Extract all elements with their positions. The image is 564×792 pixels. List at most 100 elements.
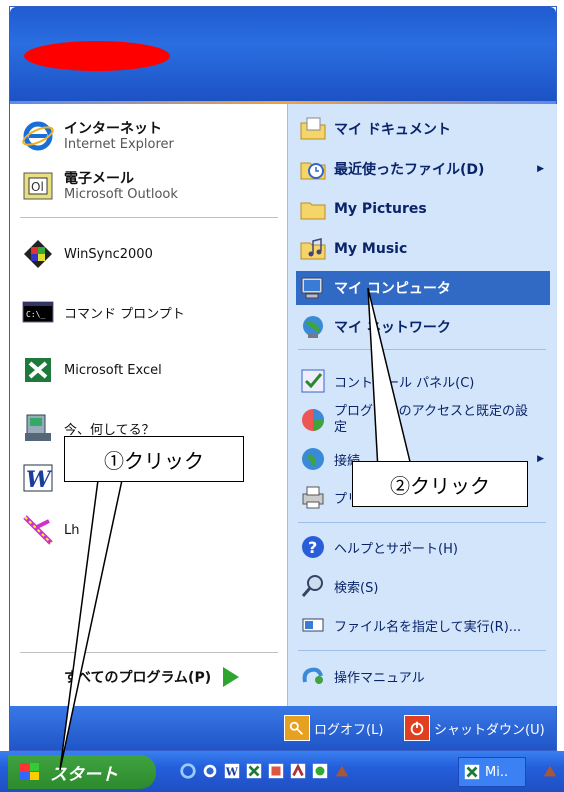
start-menu-header xyxy=(10,7,556,101)
menu-item-run[interactable]: ファイル名を指定して実行(R)... xyxy=(296,608,550,642)
submenu-arrow-icon: ▶ xyxy=(537,164,544,174)
quicklaunch-app-icon[interactable] xyxy=(310,761,330,781)
quicklaunch-word-icon[interactable]: W xyxy=(222,761,242,781)
menu-item-label: マイ コンピュータ xyxy=(334,281,451,297)
menu-item-search[interactable]: 検索(S) xyxy=(296,569,550,603)
callout-two-text: ②クリック xyxy=(390,473,490,498)
printer-icon xyxy=(296,482,330,512)
menu-item-label: プログラムのアクセスと既定の設定 xyxy=(334,404,528,435)
menu-item-title: コマンド プロンプト xyxy=(64,306,185,322)
manual-icon xyxy=(296,661,330,691)
shutdown-label: シャットダウン(U) xyxy=(434,722,545,738)
control-panel-icon xyxy=(296,366,330,396)
menu-item-label: ヘルプとサポート(H) xyxy=(334,541,458,557)
menu-item-recent-files[interactable]: 最近使ったファイル(D) ▶ xyxy=(296,152,550,186)
menu-item-excel[interactable]: Microsoft Excel xyxy=(18,348,280,392)
redacted-username xyxy=(24,41,170,71)
svg-text:C:\_: C:\_ xyxy=(26,310,45,319)
menu-item-title: 今、何してる？ xyxy=(64,422,155,438)
tray-icon[interactable] xyxy=(540,761,560,781)
my-music-icon xyxy=(296,234,330,264)
menu-item-help[interactable]: ? ヘルプとサポート(H) xyxy=(296,530,550,564)
run-icon xyxy=(296,610,330,640)
taskbar-window-label: Mi.. xyxy=(485,764,509,780)
menu-item-label: ファイル名を指定して実行(R)... xyxy=(334,619,522,635)
menu-item-label: マイ ドキュメント xyxy=(334,122,451,138)
menu-item-subtitle: Internet Explorer xyxy=(64,136,174,152)
connect-icon xyxy=(296,444,330,474)
shutdown-button[interactable]: シャットダウン(U) xyxy=(404,714,545,742)
quicklaunch-powerpoint-icon[interactable] xyxy=(266,761,286,781)
outlook-icon: Ol xyxy=(18,168,58,204)
menu-item-command-prompt[interactable]: C:\_ コマンド プロンプト xyxy=(18,290,280,334)
excel-icon xyxy=(18,352,58,388)
svg-text:?: ? xyxy=(308,538,317,557)
lhaplus-icon xyxy=(18,512,58,548)
menu-item-lhaplus[interactable]: Lh xyxy=(18,508,280,552)
menu-item-title: 電子メール xyxy=(64,170,134,187)
logoff-button[interactable]: ログオフ(L) xyxy=(284,714,383,742)
taskbar-window-button[interactable]: Mi.. xyxy=(458,757,526,787)
menu-item-title: Lh xyxy=(64,522,80,538)
svg-text:Ol: Ol xyxy=(31,180,44,194)
menu-item-control-panel[interactable]: コントロール パネル(C) xyxy=(296,364,550,398)
menu-item-title: インターネット xyxy=(64,120,162,137)
menu-item-label: 検索(S) xyxy=(334,580,379,596)
help-icon: ? xyxy=(296,532,330,562)
svg-text:W: W xyxy=(225,766,239,779)
messenger-icon xyxy=(18,410,58,446)
divider xyxy=(20,217,278,218)
screenshot-frame: インターネット Internet Explorer Ol 電子メール Microso… xyxy=(0,0,564,792)
submenu-arrow-icon: ▶ xyxy=(537,454,544,464)
quicklaunch-access-icon[interactable] xyxy=(288,761,308,781)
recent-files-icon xyxy=(296,154,330,184)
menu-item-email[interactable]: Ol 電子メール Microsoft Outlook xyxy=(18,164,280,208)
winsync-icon xyxy=(18,236,58,272)
word-icon: W xyxy=(18,460,58,496)
my-computer-icon xyxy=(296,273,330,303)
menu-item-my-pictures[interactable]: My Pictures xyxy=(296,192,550,226)
power-icon xyxy=(404,715,430,741)
all-programs-button[interactable]: すべてのプログラム(P) xyxy=(64,660,274,694)
menu-item-label: 最近使ったファイル(D) xyxy=(334,162,485,178)
my-pictures-icon xyxy=(296,194,330,224)
menu-item-program-access[interactable]: プログラムのアクセスと既定の設定 xyxy=(296,400,550,440)
pinned-programs-pane: インターネット Internet Explorer Ol 電子メール Microso… xyxy=(10,104,287,706)
menu-item-title: Microsoft Excel xyxy=(64,362,162,378)
internet-explorer-icon xyxy=(18,118,58,154)
key-icon xyxy=(284,715,310,741)
quicklaunch-ie-icon[interactable] xyxy=(178,761,198,781)
command-prompt-icon: C:\_ xyxy=(18,294,58,330)
menu-item-internet[interactable]: インターネット Internet Explorer xyxy=(18,114,280,158)
all-programs-label: すべてのプログラム(P) xyxy=(64,670,212,686)
divider xyxy=(298,522,546,523)
quicklaunch-tool-icon[interactable] xyxy=(332,761,352,781)
menu-item-my-documents[interactable]: マイ ドキュメント xyxy=(296,112,550,146)
menu-item-manual[interactable]: 操作マニュアル xyxy=(296,659,550,693)
taskbar: スタート W Mi.. xyxy=(0,751,564,792)
menu-item-winsync[interactable]: WinSync2000 xyxy=(18,232,280,276)
my-network-icon xyxy=(296,312,330,342)
start-menu: インターネット Internet Explorer Ol 電子メール Microso… xyxy=(9,6,557,751)
callout-one-text: ①クリック xyxy=(104,448,204,473)
green-arrow-icon xyxy=(223,667,240,687)
menu-item-subtitle: Microsoft Outlook xyxy=(64,186,178,202)
menu-item-label: 操作マニュアル xyxy=(334,670,425,686)
start-menu-footer: ログオフ(L) シャットダウン(U) xyxy=(10,706,556,750)
quicklaunch-excel-icon[interactable] xyxy=(244,761,264,781)
program-access-icon xyxy=(296,405,330,435)
divider xyxy=(298,349,546,350)
menu-item-my-network[interactable]: マイ ネットワーク xyxy=(296,310,550,344)
places-pane: マイ ドキュメント 最近使ったファイル(D) ▶ My Pictures My … xyxy=(287,104,557,706)
logoff-label: ログオフ(L) xyxy=(314,722,384,738)
divider xyxy=(20,652,278,653)
start-label: スタート xyxy=(50,764,118,785)
menu-item-my-computer[interactable]: マイ コンピュータ xyxy=(296,271,550,305)
menu-item-my-music[interactable]: My Music xyxy=(296,232,550,266)
start-button[interactable]: スタート xyxy=(8,755,156,789)
menu-item-title: WinSync2000 xyxy=(64,246,153,262)
excel-icon xyxy=(464,764,480,780)
menu-item-label: マイ ネットワーク xyxy=(334,320,451,336)
divider xyxy=(298,650,546,651)
quicklaunch-ie2-icon[interactable] xyxy=(200,761,220,781)
